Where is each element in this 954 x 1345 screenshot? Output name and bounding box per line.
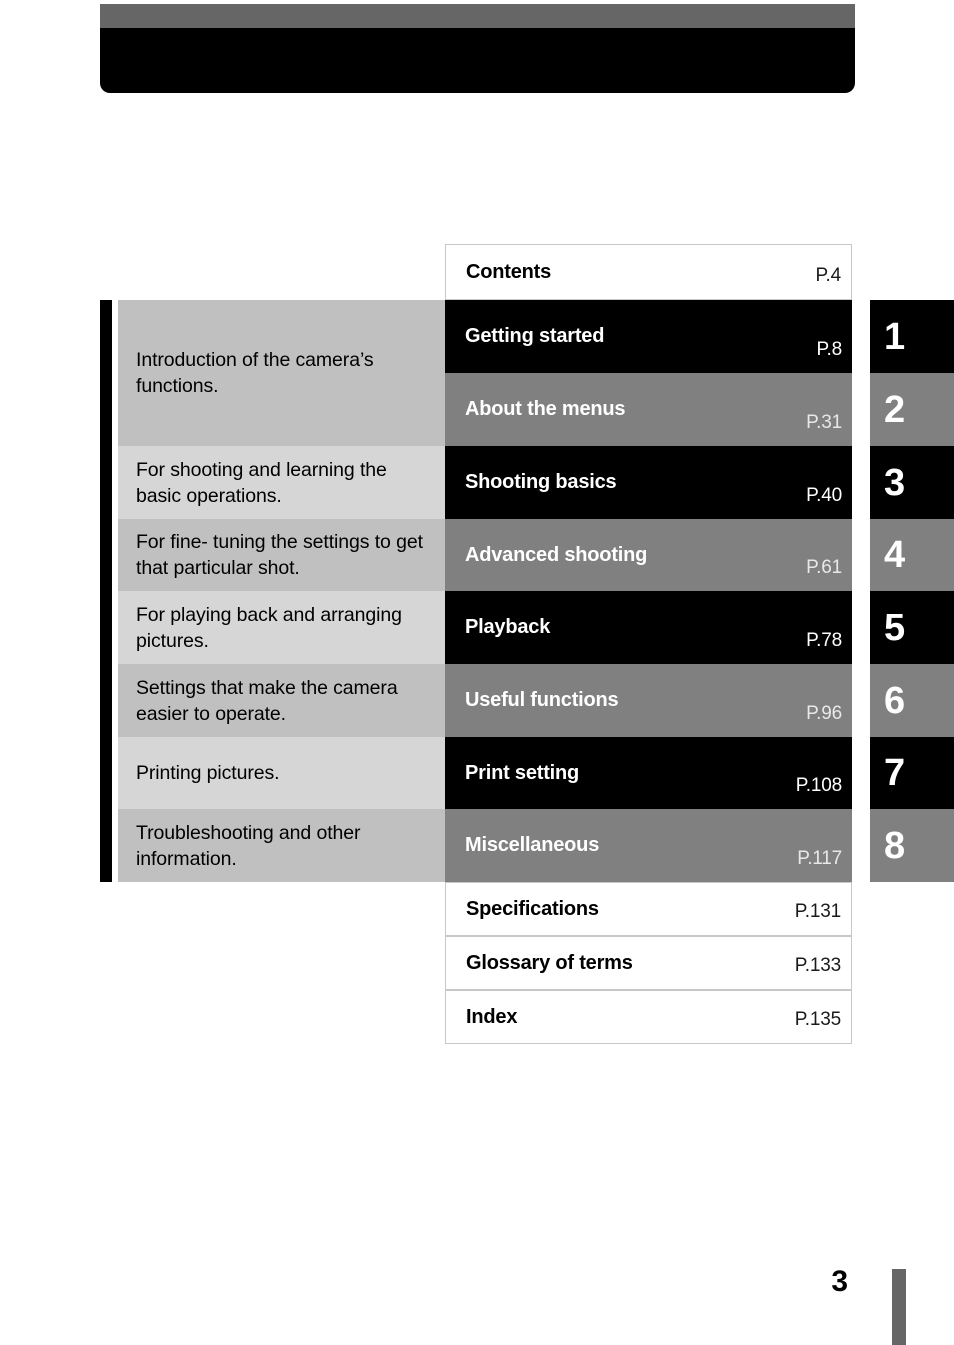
- chapter-tab[interactable]: 4: [870, 519, 954, 591]
- description-left-rule: [100, 300, 112, 882]
- description-row: Introduction of the camera’s functions.: [118, 300, 445, 446]
- chapter-title: About the menus: [465, 398, 626, 420]
- description-rows: Introduction of the camera’s functions. F…: [118, 300, 445, 882]
- chapter-page-reference: P.61: [806, 557, 842, 578]
- chapter-tab[interactable]: 1: [870, 300, 954, 373]
- description-text: For shooting and learning the basic oper…: [136, 458, 387, 507]
- chapter-row[interactable]: Playback P.78: [445, 591, 852, 664]
- chapter-tab-number: 3: [884, 461, 906, 504]
- chapter-page-reference: P.135: [794, 1009, 841, 1030]
- chapter-tab[interactable]: 5: [870, 591, 954, 664]
- chapter-tab[interactable]: 3: [870, 446, 954, 519]
- chapter-page-reference: P.96: [806, 703, 842, 724]
- footer-accent-bar: [892, 1269, 906, 1345]
- chapter-page-reference: P.4: [815, 265, 842, 286]
- chapter-tab[interactable]: 7: [870, 737, 954, 809]
- chapter-page-reference: P.117: [797, 848, 842, 869]
- chapter-tab-number: 4: [884, 534, 906, 576]
- description-row: Settings that make the camera easier to …: [118, 664, 445, 737]
- chapter-title: Print setting: [465, 761, 580, 784]
- chapter-row[interactable]: About the menus P.31: [445, 373, 852, 446]
- page-number: 3: [831, 1265, 848, 1298]
- chapter-row[interactable]: Specifications P.131: [445, 882, 852, 936]
- chapter-page-reference: P.78: [806, 630, 842, 651]
- chapter-title: Playback: [465, 616, 551, 638]
- chapter-row[interactable]: Contents P.4: [445, 244, 852, 300]
- chapter-tab[interactable]: 8: [870, 809, 954, 882]
- chapter-page-reference: P.131: [794, 901, 841, 922]
- chapter-row[interactable]: Print setting P.108: [445, 737, 852, 809]
- description-column: Introduction of the camera’s functions. F…: [100, 300, 445, 882]
- chapter-title: Index: [466, 1005, 518, 1028]
- description-row: Printing pictures.: [118, 737, 445, 809]
- chapter-title: Specifications: [466, 897, 599, 920]
- chapter-row[interactable]: Advanced shooting P.61: [445, 519, 852, 591]
- chapter-title: Miscellaneous: [465, 834, 600, 856]
- chapter-page-reference: P.108: [795, 775, 842, 796]
- description-row: Troubleshooting and other information.: [118, 809, 445, 882]
- chapter-row[interactable]: Miscellaneous P.117: [445, 809, 852, 882]
- description-text: Settings that make the camera easier to …: [136, 676, 398, 725]
- chapter-row[interactable]: Shooting basics P.40: [445, 446, 852, 519]
- description-row: For shooting and learning the basic oper…: [118, 446, 445, 519]
- chapter-row[interactable]: Useful functions P.96: [445, 664, 852, 737]
- description-text: Introduction of the camera’s functions.: [136, 349, 374, 397]
- chapter-title: Useful functions: [465, 689, 619, 711]
- chapter-tab-number: 1: [884, 315, 906, 358]
- chapter-row[interactable]: Index P.135: [445, 990, 852, 1044]
- chapter-page-reference: P.8: [816, 339, 843, 360]
- description-row: For playing back and arranging pictures.: [118, 591, 445, 664]
- chapter-tab-number: 2: [884, 388, 906, 431]
- chapter-navigation-table: Introduction of the camera’s functions. F…: [0, 0, 954, 1345]
- chapter-tab-number: 6: [884, 679, 906, 722]
- description-row: For fine- tuning the settings to get tha…: [118, 519, 445, 591]
- description-text: Printing pictures.: [136, 762, 280, 784]
- description-text: For playing back and arranging pictures.: [136, 603, 402, 652]
- chapter-page-reference: P.133: [794, 955, 841, 976]
- chapter-row[interactable]: Glossary of terms P.133: [445, 936, 852, 990]
- chapter-page-reference: P.31: [806, 412, 842, 433]
- chapter-title: Advanced shooting: [465, 543, 648, 566]
- chapter-row[interactable]: Getting started P.8: [445, 300, 852, 373]
- chapter-title: Shooting basics: [465, 471, 617, 493]
- chapter-title: Glossary of terms: [466, 951, 633, 974]
- chapter-tab-number: 8: [884, 824, 906, 867]
- description-text: For fine- tuning the settings to get tha…: [136, 531, 423, 579]
- chapter-tab[interactable]: 6: [870, 664, 954, 737]
- chapter-page-reference: P.40: [806, 485, 842, 506]
- chapter-title: Getting started: [465, 325, 605, 347]
- chapter-tab[interactable]: 2: [870, 373, 954, 446]
- chapter-tab-number: 7: [884, 752, 906, 794]
- chapter-title: Contents: [466, 260, 552, 283]
- description-text: Troubleshooting and other information.: [136, 821, 361, 870]
- chapter-column: Contents P.4 Getting started P.8 About the m…: [445, 244, 852, 1044]
- chapter-tab-column: 1 2 3 4 5 6 7 8: [870, 300, 954, 882]
- page-footer: 3: [0, 1235, 954, 1345]
- chapter-tab-number: 5: [884, 606, 906, 649]
